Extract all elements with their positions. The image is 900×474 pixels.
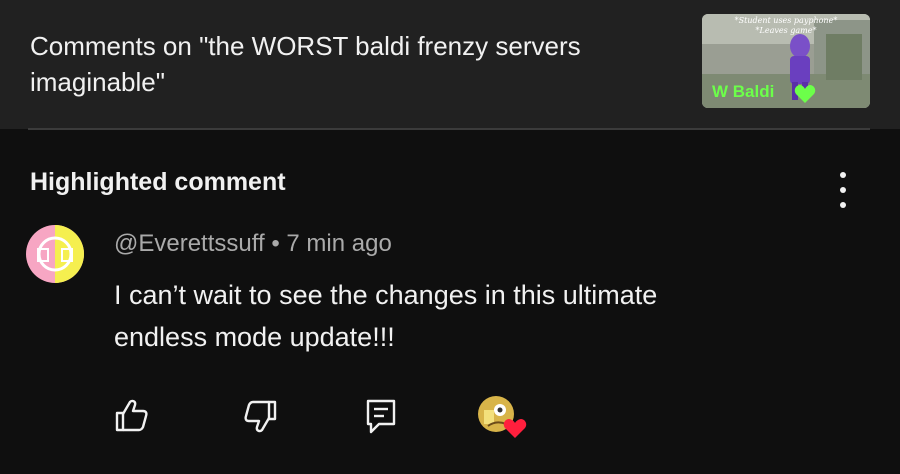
more-options-button[interactable] — [828, 172, 858, 208]
comments-title: Comments on "the WORST baldi frenzy serv… — [30, 31, 581, 97]
comments-header: Comments on "the WORST baldi frenzy serv… — [0, 0, 900, 129]
more-vertical-icon-dot — [840, 187, 846, 193]
thumbs-down-icon — [244, 400, 277, 433]
comment-author[interactable]: @Everettssuff — [114, 230, 265, 257]
thumbnail-overlay-text: W Baldi — [712, 82, 775, 101]
comment-text: I can’t wait to see the changes in this … — [114, 274, 814, 358]
reply-button[interactable] — [361, 396, 401, 436]
comment-time: 7 min ago — [286, 230, 392, 257]
avatar-image — [26, 225, 84, 283]
meta-separator: • — [271, 230, 280, 257]
thumbnail-caption-line-2: *Leaves game* — [755, 26, 817, 35]
comment-text-line-1: I can’t wait to see the changes in this … — [114, 280, 658, 310]
thumbnail-caption-line-1: *Student uses payphone* — [734, 16, 838, 25]
more-vertical-icon-dot — [840, 202, 846, 208]
thumbnail-caption: *Student uses payphone* *Leaves game* — [706, 16, 866, 36]
reply-icon — [366, 399, 396, 434]
comments-panel: Comments on "the WORST baldi frenzy serv… — [0, 0, 900, 474]
more-vertical-icon-dot — [840, 172, 846, 178]
creator-heart — [476, 394, 528, 440]
dislike-button[interactable] — [240, 396, 280, 436]
header-divider — [28, 128, 870, 130]
creator-heart-icon — [478, 396, 527, 438]
highlighted-comment-title: Highlighted comment — [30, 168, 286, 196]
thumbs-up-icon — [115, 399, 148, 432]
video-thumbnail[interactable]: *Student uses payphone* *Leaves game* W … — [702, 14, 870, 108]
comment-meta: @Everettssuff • 7 min ago — [114, 230, 392, 258]
comment-text-line-2: endless mode update!!! — [114, 322, 395, 352]
thumbnail-green-heart-icon — [794, 85, 816, 103]
like-button[interactable] — [112, 396, 152, 436]
avatar[interactable] — [26, 225, 84, 283]
